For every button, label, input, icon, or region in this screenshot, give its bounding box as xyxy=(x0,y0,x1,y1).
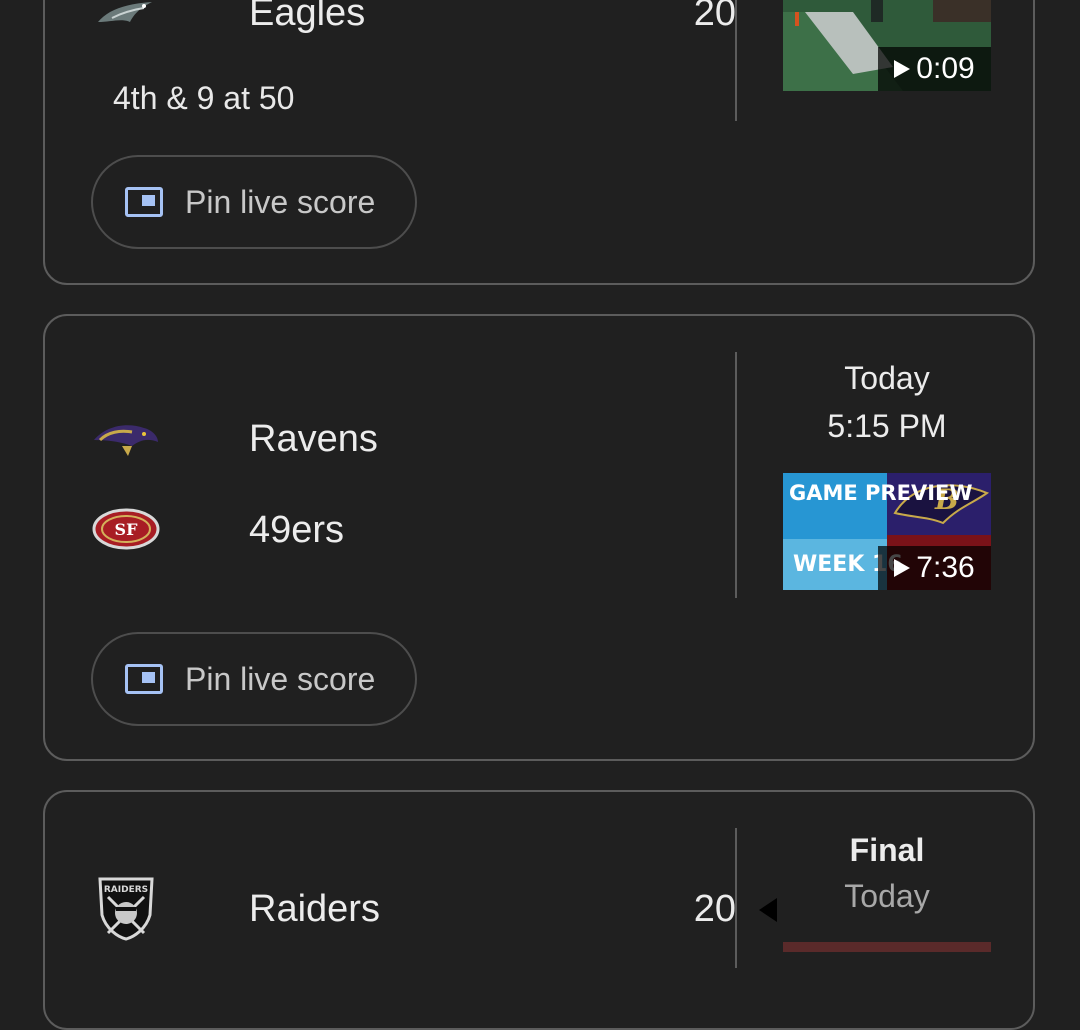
picture-in-picture-icon xyxy=(125,187,163,217)
picture-in-picture-icon xyxy=(125,664,163,694)
video-thumbnail[interactable]: B GAME PREVIEW WEEK 16 7:36 xyxy=(783,473,991,590)
video-thumbnail[interactable] xyxy=(783,942,991,952)
play-icon xyxy=(894,60,911,78)
pin-label: Pin live score xyxy=(185,660,376,697)
team-row: SF 49ers xyxy=(91,499,691,559)
team-name: Raiders xyxy=(249,888,380,930)
team-name: Eagles xyxy=(249,0,366,34)
team-score: 20 xyxy=(693,0,736,34)
team-score: 20 xyxy=(693,888,736,930)
eagles-logo-icon xyxy=(91,0,161,42)
play-icon xyxy=(894,559,911,577)
video-thumbnail[interactable]: 0:09 xyxy=(783,0,991,91)
video-duration: 0:09 xyxy=(878,47,991,91)
game-date: Today xyxy=(844,360,930,396)
down-and-distance: 4th & 9 at 50 xyxy=(113,80,295,116)
team-name: 49ers xyxy=(249,509,345,551)
duration-text: 0:09 xyxy=(916,52,975,85)
game-date: Today xyxy=(844,878,930,914)
pin-live-score-button[interactable]: Pin live score xyxy=(91,632,417,726)
winner-indicator-icon xyxy=(759,898,777,922)
game-card-eagles[interactable]: Eagles 20 4th & 9 at 50 0:09 Pin live sc… xyxy=(43,0,1035,285)
ravens-logo-icon xyxy=(91,408,161,468)
team-row: Ravens xyxy=(91,408,691,468)
team-name: Ravens xyxy=(249,418,378,460)
team-row: RAIDERS Raiders 20 xyxy=(91,877,777,941)
video-duration: 7:36 xyxy=(878,546,991,590)
game-time: 5:15 PM xyxy=(827,408,947,444)
pin-live-score-button[interactable]: Pin live score xyxy=(91,155,417,249)
game-card-ravens-49ers[interactable]: Ravens SF 49ers Today 5:15 PM B GAME PRE… xyxy=(43,314,1035,761)
svg-text:RAIDERS: RAIDERS xyxy=(104,885,148,895)
pin-label: Pin live score xyxy=(185,183,376,220)
divider xyxy=(735,828,737,968)
video-title-text: GAME PREVIEW xyxy=(789,481,973,505)
49ers-logo-icon: SF xyxy=(91,499,161,559)
divider xyxy=(735,0,737,121)
svg-text:SF: SF xyxy=(115,520,139,539)
divider xyxy=(735,352,737,598)
game-status: Final xyxy=(849,832,925,868)
raiders-logo-icon: RAIDERS xyxy=(91,877,161,941)
team-row: Eagles 20 xyxy=(91,0,736,42)
duration-text: 7:36 xyxy=(916,551,975,584)
game-card-raiders[interactable]: RAIDERS Raiders 20 Final Today xyxy=(43,790,1035,1030)
